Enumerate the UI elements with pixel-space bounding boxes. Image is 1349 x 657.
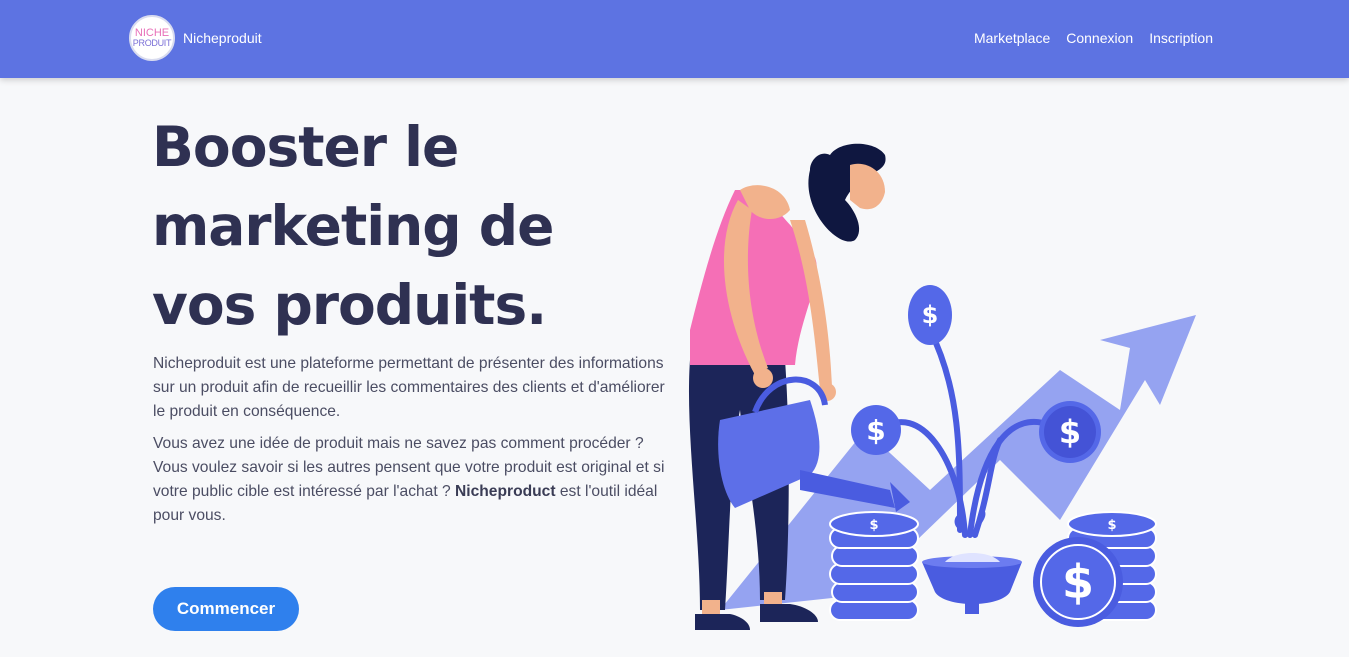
hero-paragraph-1: Nicheproduit est une plateforme permetta… (153, 355, 665, 420)
nav-link-connexion[interactable]: Connexion (1066, 30, 1133, 46)
brand-logo: NICHE PRODUIT (129, 15, 175, 61)
coin-symbol: $ (869, 518, 878, 533)
nav-link-inscription[interactable]: Inscription (1149, 30, 1213, 46)
dollar-coin-big: $ (1033, 537, 1123, 627)
nav-links: Marketplace Connexion Inscription (974, 30, 1213, 46)
coin-symbol: $ (1107, 518, 1116, 533)
brand-name: Nicheproduit (183, 30, 262, 46)
dollar-coin-top: $ (908, 285, 952, 345)
navbar: NICHE PRODUIT Nicheproduit Marketplace C… (0, 0, 1349, 78)
coin-symbol: $ (1059, 413, 1081, 451)
hero-title: Booster le marketing de vos produits. (152, 115, 554, 338)
dollar-coin-left: $ (851, 405, 901, 455)
growth-illustration: $ $ $ $ $ $ (688, 143, 1196, 630)
commencer-button[interactable]: Commencer (153, 587, 299, 631)
pot-icon (922, 553, 1022, 614)
hero-description: Nicheproduit est une plateforme permetta… (153, 352, 673, 536)
coin-symbol: $ (1062, 555, 1094, 609)
nav-link-marketplace[interactable]: Marketplace (974, 30, 1050, 46)
coin-symbol: $ (922, 301, 939, 329)
coin-stack-left: $ (829, 511, 919, 621)
coin-symbol: $ (866, 414, 885, 447)
paragraph-2-bold: Nicheproduct (455, 483, 556, 500)
brand-link[interactable]: NICHE PRODUIT Nicheproduit (129, 15, 262, 61)
hero-paragraph-2: Vous avez une idée de produit mais ne sa… (153, 432, 673, 528)
dollar-coin-right: $ (1039, 401, 1101, 463)
logo-line-2: PRODUIT (132, 38, 172, 48)
